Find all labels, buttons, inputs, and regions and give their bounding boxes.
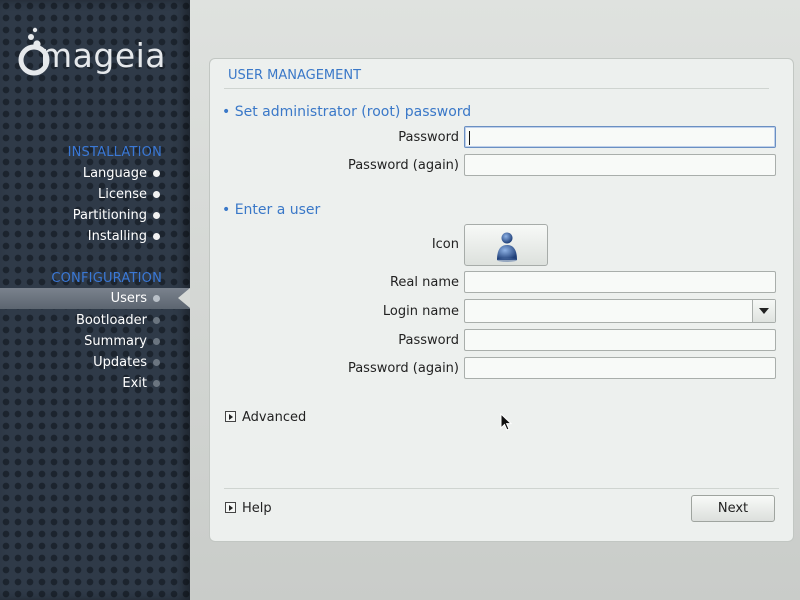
real-name-input[interactable] (464, 271, 776, 293)
section-title-installation: INSTALLATION (67, 145, 162, 160)
root-password-again-input[interactable] (464, 154, 776, 176)
nav-item-label: Language (82, 166, 147, 181)
enter-user-heading: • Enter a user (222, 202, 321, 218)
nav-item-label: Summary (84, 334, 147, 349)
user-icon-button[interactable] (464, 224, 548, 266)
user-avatar-icon (497, 232, 517, 262)
panel-title: USER MANAGEMENT (228, 68, 362, 83)
current-step-arrow-icon (178, 288, 190, 308)
step-done-dot-icon (153, 212, 160, 219)
login-name-label: Login name (382, 304, 459, 319)
nav-item-exit: Exit (0, 373, 190, 394)
nav-item-label: Users (110, 291, 147, 306)
sidebar: mageia INSTALLATION Language License Par… (0, 0, 190, 600)
nav-item-language: Language (0, 163, 190, 184)
step-done-dot-icon (153, 191, 160, 198)
nav-item-bootloader: Bootloader (0, 310, 190, 331)
nav-item-updates: Updates (0, 352, 190, 373)
login-name-combobox[interactable] (464, 299, 776, 323)
text-caret (469, 131, 470, 145)
nav-item-partitioning: Partitioning (0, 205, 190, 226)
login-name-input[interactable] (465, 300, 751, 322)
user-password-input[interactable] (464, 329, 776, 351)
next-button[interactable]: Next (691, 495, 775, 522)
mouse-pointer-icon (500, 413, 512, 431)
expander-arrow-icon (225, 411, 236, 422)
step-done-dot-icon (153, 170, 160, 177)
help-label: Help (242, 501, 272, 516)
nav-item-label: Exit (122, 376, 147, 391)
login-name-dropdown-button[interactable] (752, 300, 775, 322)
section-title-configuration: CONFIGURATION (51, 271, 162, 286)
user-password-label: Password (398, 333, 459, 348)
step-pending-dot-icon (153, 359, 160, 366)
bottom-divider (224, 488, 779, 489)
step-pending-dot-icon (153, 338, 160, 345)
advanced-expander[interactable]: Advanced (225, 410, 306, 425)
help-expander[interactable]: Help (225, 501, 272, 516)
real-name-label: Real name (389, 275, 459, 290)
expander-arrow-icon (225, 502, 236, 513)
nav-item-label: Bootloader (75, 313, 147, 328)
nav-item-label: License (97, 187, 147, 202)
step-pending-dot-icon (153, 380, 160, 387)
step-pending-dot-icon (153, 317, 160, 324)
root-password-input[interactable] (464, 126, 776, 148)
nav-item-label: Partitioning (72, 208, 147, 223)
icon-label: Icon (431, 237, 459, 252)
step-done-dot-icon (153, 233, 160, 240)
step-current-dot-icon (153, 295, 160, 302)
nav-item-summary: Summary (0, 331, 190, 352)
nav-item-label: Installing (87, 229, 147, 244)
advanced-label: Advanced (242, 410, 307, 425)
root-password-again-label: Password (again) (347, 158, 459, 173)
nav-item-installing: Installing (0, 226, 190, 247)
user-password-again-label: Password (again) (347, 361, 459, 376)
chevron-down-icon (759, 308, 769, 314)
nav-item-label: Updates (93, 355, 147, 370)
title-divider (224, 88, 769, 89)
logo-text: mageia (40, 36, 167, 75)
root-password-label: Password (398, 130, 459, 145)
user-password-again-input[interactable] (464, 357, 776, 379)
root-password-heading: • Set administrator (root) password (222, 104, 472, 120)
mageia-logo: mageia (18, 26, 188, 86)
nav-item-users: Users (0, 288, 190, 309)
user-management-panel: USER MANAGEMENT • Set administrator (roo… (209, 58, 794, 542)
nav-item-license: License (0, 184, 190, 205)
